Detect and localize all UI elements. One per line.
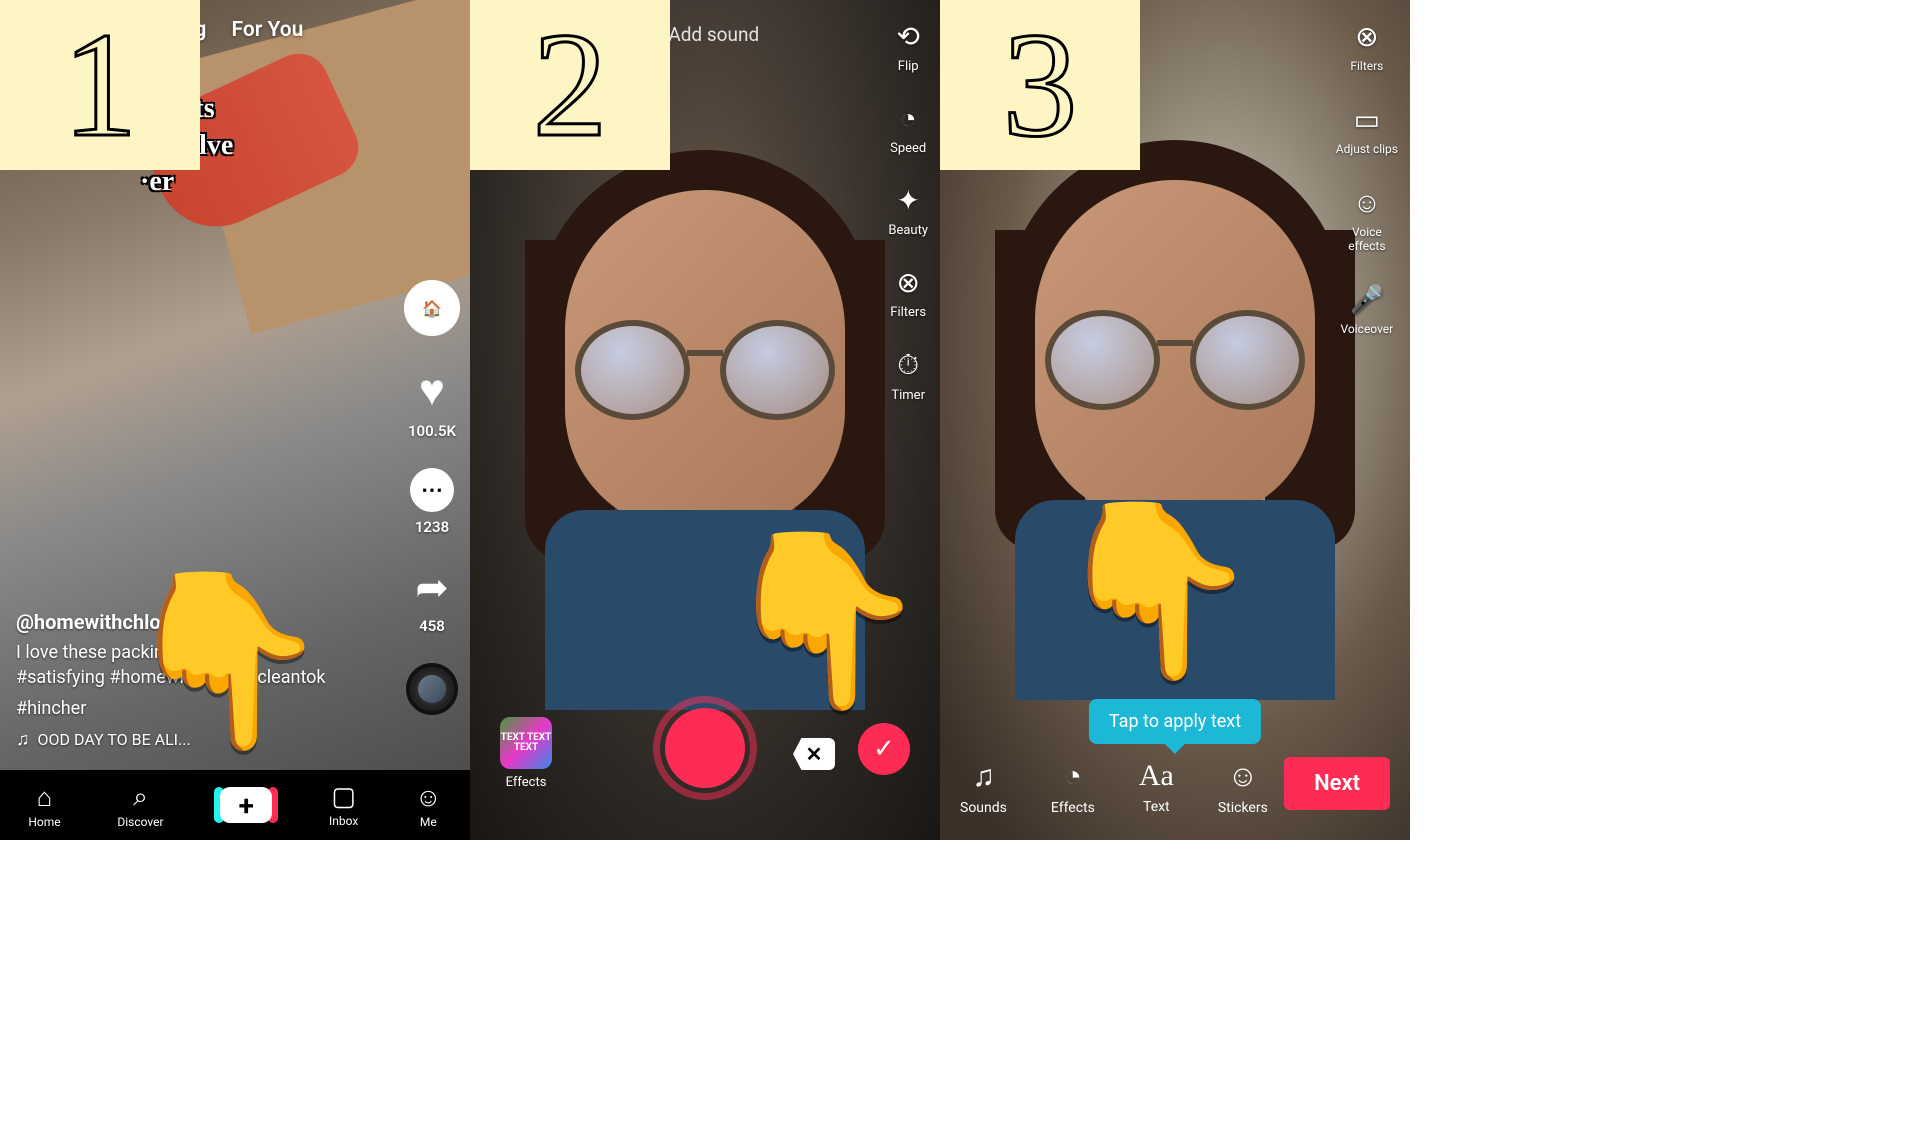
panel-feed: 1 ving For You now, a-nuts dissolve ·er … xyxy=(0,0,470,840)
speed-icon: ◔ xyxy=(900,102,917,135)
wand-icon: ✦ xyxy=(896,184,919,217)
engagement-rail: 🏠 ♥ 100.5K ⋯ 1238 ➦ 458 xyxy=(404,280,460,715)
timer-icon: ⏱ xyxy=(897,348,919,382)
text-tooltip: Tap to apply text xyxy=(1089,699,1261,744)
record-icon xyxy=(665,708,745,788)
adjust-icon: ▭ xyxy=(1354,103,1380,136)
nav-inbox[interactable]: ▢ Inbox xyxy=(329,782,358,828)
panel-edit: 3 ⊗ Filters ▭ Adjust clips ☺ Voice effec… xyxy=(940,0,1410,840)
confirm-button[interactable]: ✓ xyxy=(858,723,910,775)
step-badge-3: 3 xyxy=(940,0,1140,170)
filters-edit-button[interactable]: ⊗ Filters xyxy=(1336,20,1398,73)
filters-button[interactable]: ⊗ Filters xyxy=(888,266,928,320)
beauty-button[interactable]: ✦ Beauty xyxy=(888,184,928,238)
timer-button[interactable]: ⏱ Timer xyxy=(888,348,928,403)
text-button[interactable]: Aa Text xyxy=(1139,759,1174,816)
effects-button[interactable]: ◔ Effects xyxy=(1051,759,1095,816)
effects-tile-icon: TEXT TEXT TEXT xyxy=(500,717,552,769)
step-number: 3 xyxy=(1003,0,1078,171)
voice-effects-button[interactable]: ☺ Voice effects xyxy=(1336,186,1398,253)
bottom-nav: ⌂ Home ⌕ Discover + ▢ Inbox ☺ Me xyxy=(0,770,470,840)
like-button[interactable]: ♥ 100.5K xyxy=(408,364,456,440)
plus-icon: + xyxy=(239,789,254,822)
voiceover-button[interactable]: 🎤 Voiceover xyxy=(1336,283,1398,336)
comment-icon: ⋯ xyxy=(410,468,454,512)
sticker-icon: ☺ xyxy=(1228,759,1259,794)
music-icon: ♫ xyxy=(972,759,995,794)
clock-icon: ◔ xyxy=(1064,759,1082,794)
delete-clip-button[interactable]: ✕ xyxy=(793,738,835,770)
share-button[interactable]: ➦ 458 xyxy=(415,564,449,635)
speed-button[interactable]: ◔ Speed xyxy=(888,102,928,156)
inbox-icon: ▢ xyxy=(331,782,356,812)
backspace-icon: ✕ xyxy=(806,742,823,766)
creator-avatar[interactable]: 🏠 xyxy=(404,280,460,336)
tab-for-you[interactable]: For You xyxy=(232,18,304,42)
share-count: 458 xyxy=(419,617,445,635)
spinning-disc[interactable] xyxy=(406,663,458,715)
nav-me[interactable]: ☺ Me xyxy=(415,782,442,829)
panel-camera: 2 Add sound ⟲ Flip ◔ Speed ✦ Beauty ⊗ Fi… xyxy=(470,0,940,840)
home-icon: ⌂ xyxy=(37,782,53,813)
voice-effects-icon: ☺ xyxy=(1353,186,1382,219)
text-icon: Aa xyxy=(1139,759,1174,793)
nav-create-button[interactable]: + xyxy=(220,787,272,823)
step-badge-2: 2 xyxy=(470,0,670,170)
edit-tools-rail: ⊗ Filters ▭ Adjust clips ☺ Voice effects… xyxy=(1336,20,1398,336)
effects-button[interactable]: TEXT TEXT TEXT Effects xyxy=(500,717,552,790)
like-count: 100.5K xyxy=(408,422,456,440)
nav-discover[interactable]: ⌕ Discover xyxy=(117,782,163,829)
profile-icon: ☺ xyxy=(415,782,442,813)
comment-button[interactable]: ⋯ 1238 xyxy=(410,468,454,536)
heart-icon: ♥ xyxy=(419,364,445,416)
step-badge-1: 1 xyxy=(0,0,200,170)
filters-icon: ⊗ xyxy=(896,266,919,299)
stickers-button[interactable]: ☺ Stickers xyxy=(1218,759,1268,816)
camera-tools-rail: ⟲ Flip ◔ Speed ✦ Beauty ⊗ Filters ⏱ Time… xyxy=(888,20,928,403)
next-button[interactable]: Next xyxy=(1284,757,1390,810)
mic-icon: 🎤 xyxy=(1349,283,1384,316)
share-icon: ➦ xyxy=(415,564,449,611)
camera-preview-face xyxy=(535,150,875,570)
pointer-hand-icon: 👇 xyxy=(120,560,332,760)
disc-icon xyxy=(406,663,458,715)
check-icon: ✓ xyxy=(873,734,895,764)
flip-icon: ⟲ xyxy=(896,20,919,53)
flip-camera-button[interactable]: ⟲ Flip xyxy=(888,20,928,74)
pointer-hand-icon: 👇 xyxy=(718,520,930,720)
sounds-button[interactable]: ♫ Sounds xyxy=(960,759,1007,816)
adjust-clips-button[interactable]: ▭ Adjust clips xyxy=(1336,103,1398,156)
nav-home[interactable]: ⌂ Home xyxy=(28,782,60,829)
search-icon: ⌕ xyxy=(133,782,148,813)
avatar-icon: 🏠 xyxy=(404,280,460,336)
filters-icon: ⊗ xyxy=(1355,20,1378,53)
edit-bottom-bar: ♫ Sounds ◔ Effects Aa Text ☺ Stickers xyxy=(960,759,1268,816)
comment-count: 1238 xyxy=(415,518,449,536)
pointer-hand-icon: 👇 xyxy=(1050,490,1262,690)
step-number: 2 xyxy=(533,0,608,171)
step-number: 1 xyxy=(63,0,138,171)
